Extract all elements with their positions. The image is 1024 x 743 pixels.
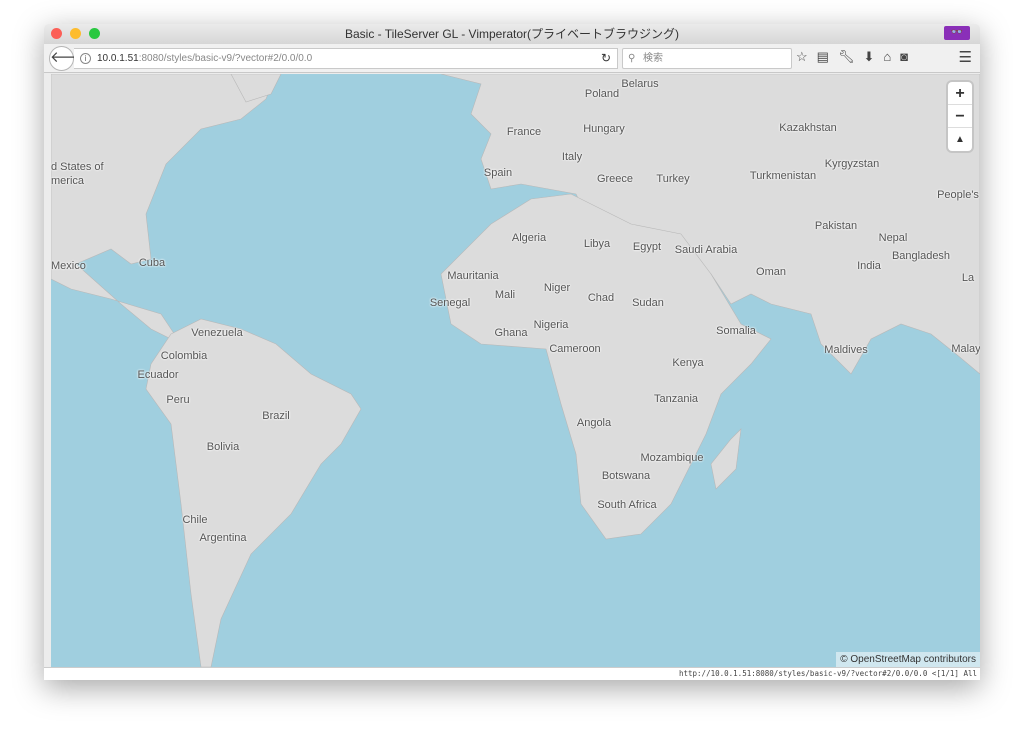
country-label: Chad: [587, 292, 615, 304]
search-icon: ⚲: [628, 53, 636, 64]
country-label: Kenya: [672, 357, 704, 369]
country-label: Maldives: [824, 344, 868, 356]
country-label: Ghana: [494, 327, 528, 339]
country-label: Kazakhstan: [779, 122, 837, 134]
country-label: Nigeria: [533, 319, 569, 331]
search-input[interactable]: ⚲ 検索: [622, 48, 792, 69]
map-canvas[interactable]: + − ▲ © OpenStreetMap contributors Belar…: [51, 74, 980, 667]
country-label: Mauritania: [447, 270, 499, 282]
window-title: Basic - TileServer GL - Vimperator(プライベー…: [344, 27, 680, 41]
country-label: Sudan: [632, 297, 664, 309]
country-label: Mexico: [51, 260, 86, 272]
country-label: Kyrgyzstan: [824, 158, 880, 170]
zoom-out-button[interactable]: −: [948, 105, 972, 128]
country-label: Bolivia: [206, 441, 240, 453]
country-label: Greece: [596, 173, 634, 185]
country-label: Egypt: [632, 241, 662, 253]
country-label: Niger: [543, 282, 571, 294]
zoom-button[interactable]: [89, 28, 100, 39]
country-label: Cuba: [138, 257, 166, 269]
country-label: South Africa: [597, 499, 657, 511]
country-label: Pakistan: [814, 220, 858, 232]
madagascar: [710, 428, 742, 490]
zoom-in-button[interactable]: +: [948, 82, 972, 105]
country-label: Angola: [576, 417, 612, 429]
country-label: Cameroon: [549, 343, 601, 355]
country-label: Bangladesh: [891, 250, 951, 262]
north-america: [51, 74, 277, 345]
pocket-icon[interactable]: ◙: [900, 49, 908, 65]
country-label: Somalia: [716, 325, 756, 337]
country-label: Algeria: [511, 232, 547, 244]
country-label: Malay: [951, 343, 980, 355]
country-label: Nepal: [878, 232, 908, 244]
country-label: Italy: [561, 151, 583, 163]
wrench-icon[interactable]: 🔧︎: [838, 49, 855, 65]
country-label: Venezuela: [191, 327, 243, 339]
country-label: Libya: [583, 238, 611, 250]
close-button[interactable]: [51, 28, 62, 39]
home-icon[interactable]: ⌂: [883, 49, 891, 65]
country-label: Peru: [166, 394, 190, 406]
reading-list-icon[interactable]: ▤: [817, 49, 829, 65]
compass-button[interactable]: ▲: [948, 128, 972, 151]
country-label: Mali: [494, 289, 516, 301]
nav-toolbar: 🡐 i 10.0.1.51:8080/styles/basic-v9/?vecto…: [44, 44, 980, 73]
map-attribution[interactable]: © OpenStreetMap contributors: [836, 652, 980, 667]
country-label: Oman: [756, 266, 786, 278]
private-browsing-icon: 👓: [944, 26, 970, 40]
country-label: Chile: [182, 514, 208, 526]
country-label: India: [857, 260, 881, 272]
country-label: Belarus: [621, 78, 659, 90]
url-bar[interactable]: i 10.0.1.51:8080/styles/basic-v9/?vector#…: [74, 48, 618, 69]
minimize-button[interactable]: [70, 28, 81, 39]
country-label: Colombia: [160, 350, 208, 362]
country-label: Turkmenistan: [749, 170, 817, 182]
country-label: La: [961, 272, 975, 284]
country-label: France: [506, 126, 542, 138]
menu-icon[interactable]: ☰: [959, 48, 972, 66]
country-label: Hungary: [583, 123, 625, 135]
country-label: Saudi Arabia: [674, 244, 738, 256]
browser-window: Basic - TileServer GL - Vimperator(プライベー…: [44, 24, 980, 680]
title-bar: Basic - TileServer GL - Vimperator(プライベー…: [44, 24, 980, 44]
star-icon[interactable]: ☆: [796, 49, 808, 65]
country-label: Argentina: [199, 532, 247, 544]
country-label: People's: [937, 189, 979, 201]
country-label: Mozambique: [640, 452, 704, 464]
country-label: Tanzania: [653, 393, 699, 405]
country-label: Senegal: [429, 297, 471, 309]
country-label: Spain: [483, 167, 513, 179]
reload-icon[interactable]: ↻: [601, 49, 611, 68]
country-label: Poland: [584, 88, 620, 100]
download-icon[interactable]: ⬇: [863, 49, 874, 65]
zoom-control: + − ▲: [948, 82, 972, 151]
status-line: http://10.0.1.51:8080/styles/basic-v9/?v…: [44, 667, 980, 680]
country-label: d States of: [51, 161, 104, 173]
country-label: Turkey: [656, 173, 690, 185]
back-button[interactable]: 🡐: [49, 46, 90, 71]
country-label: Brazil: [262, 410, 290, 422]
info-icon[interactable]: i: [80, 52, 91, 64]
country-label: Ecuador: [137, 369, 179, 381]
country-label: merica: [51, 175, 85, 187]
country-label: Botswana: [601, 470, 651, 482]
